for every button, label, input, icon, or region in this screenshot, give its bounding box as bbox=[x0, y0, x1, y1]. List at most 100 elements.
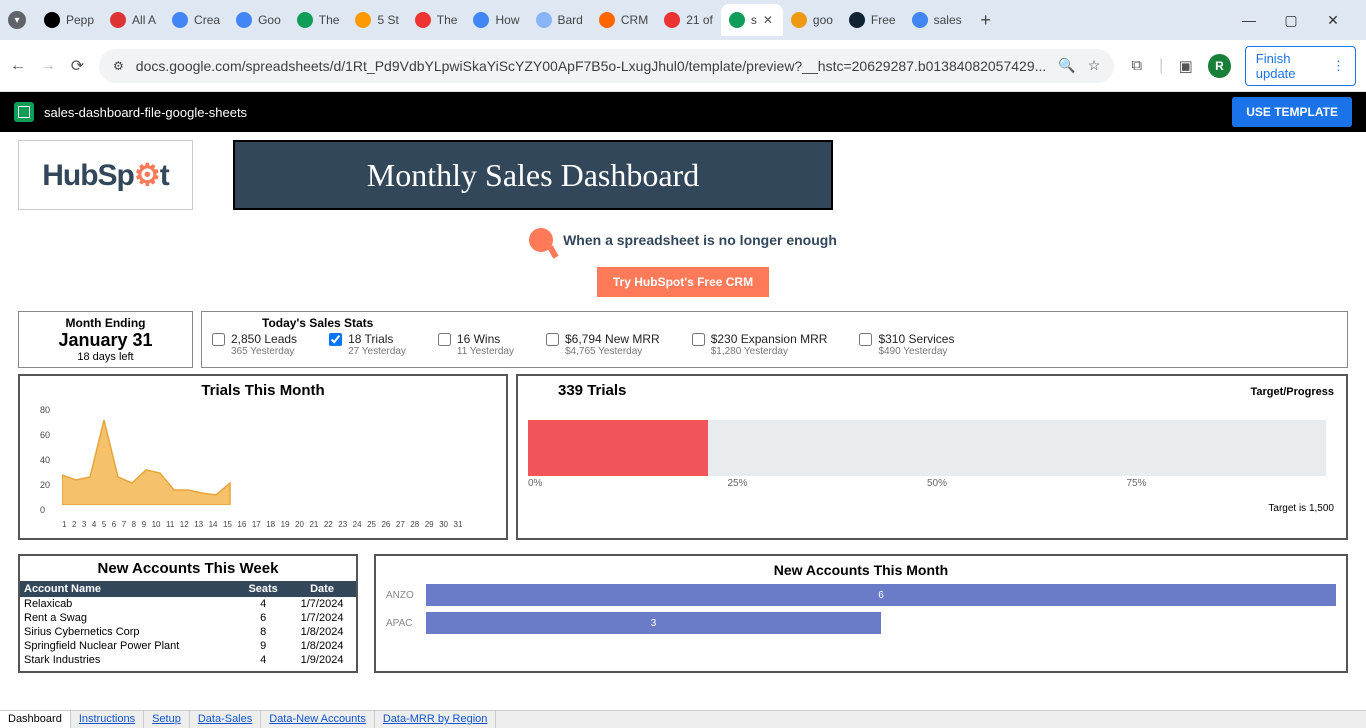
sprocket-icon bbox=[529, 228, 553, 252]
table-cell: 1/9/2024 bbox=[288, 653, 356, 667]
tab-label: goo bbox=[813, 13, 833, 27]
tab-label: 21 of bbox=[686, 13, 713, 27]
browser-tab[interactable]: goo bbox=[783, 4, 841, 36]
stat-checkbox[interactable] bbox=[212, 333, 225, 346]
nacm-title: New Accounts This Month bbox=[386, 562, 1336, 578]
trials-this-month-chart: Trials This Month 806040200 123456789101… bbox=[18, 374, 508, 540]
stat-checkbox[interactable] bbox=[692, 333, 705, 346]
browser-tab[interactable]: Bard bbox=[528, 4, 591, 36]
tab-label: The bbox=[319, 13, 340, 27]
close-icon[interactable]: ✕ bbox=[1324, 12, 1342, 29]
target-progress-label: Target/Progress bbox=[1250, 386, 1334, 398]
month-ending-sub: 18 days left bbox=[19, 351, 192, 363]
stat-sub: $1,280 Yesterday bbox=[711, 346, 828, 357]
site-info-icon[interactable]: ⚙ bbox=[113, 59, 124, 73]
stat-item: $310 Services$490 Yesterday bbox=[859, 332, 954, 357]
table-header: Account Name bbox=[20, 581, 238, 597]
favicon-icon bbox=[536, 12, 552, 28]
table-cell: Stark Industries bbox=[20, 653, 238, 667]
stat-checkbox[interactable] bbox=[859, 333, 872, 346]
tab-list-chevron-icon[interactable]: ▾ bbox=[8, 11, 26, 29]
hbar-fill: 6 bbox=[426, 584, 1336, 606]
zoom-icon[interactable]: 🔍 bbox=[1058, 57, 1075, 74]
stat-sub: $4,765 Yesterday bbox=[565, 346, 660, 357]
profile-avatar[interactable]: R bbox=[1208, 54, 1231, 78]
favicon-icon bbox=[912, 12, 928, 28]
browser-tab[interactable]: How bbox=[465, 4, 527, 36]
favicon-icon bbox=[849, 12, 865, 28]
stat-sub: $490 Yesterday bbox=[878, 346, 954, 357]
stat-item: 16 Wins11 Yesterday bbox=[438, 332, 514, 357]
sheet-tab[interactable]: Data-Sales bbox=[190, 711, 261, 728]
tab-label: sales bbox=[934, 13, 962, 27]
new-tab-button[interactable]: + bbox=[972, 10, 1000, 31]
browser-tab[interactable]: The bbox=[407, 4, 466, 36]
browser-tab[interactable]: 21 of bbox=[656, 4, 721, 36]
favicon-icon bbox=[355, 12, 371, 28]
favicon-icon bbox=[664, 12, 680, 28]
tab-close-icon[interactable]: ✕ bbox=[763, 13, 775, 27]
hbar-row: ANZO6 bbox=[386, 584, 1336, 606]
sheet-tab[interactable]: Data-New Accounts bbox=[261, 711, 375, 728]
sheets-logo-icon bbox=[14, 102, 34, 122]
browser-tab[interactable]: Crea bbox=[164, 4, 228, 36]
trials-y-axis: 806040200 bbox=[40, 405, 50, 505]
bookmark-star-icon[interactable]: ☆ bbox=[1088, 57, 1101, 74]
sheet-tab[interactable]: Setup bbox=[144, 711, 190, 728]
finish-update-button[interactable]: Finish update⋮ bbox=[1245, 46, 1356, 86]
browser-tab[interactable]: s✕ bbox=[721, 4, 783, 36]
table-row: Sirius Cybernetics Corp81/8/2024 bbox=[20, 625, 356, 639]
reload-icon[interactable]: ⟳ bbox=[70, 56, 85, 76]
url-field[interactable]: ⚙ docs.google.com/spreadsheets/d/1Rt_Pd9… bbox=[99, 49, 1114, 83]
tab-label: CRM bbox=[621, 13, 648, 27]
sheet-tab[interactable]: Dashboard bbox=[0, 711, 71, 728]
table-cell: 4 bbox=[238, 597, 288, 611]
try-hubspot-button[interactable]: Try HubSpot's Free CRM bbox=[597, 267, 769, 297]
stat-sub: 27 Yesterday bbox=[348, 346, 406, 357]
browser-tab[interactable]: sales bbox=[904, 4, 970, 36]
browser-tab[interactable]: Free bbox=[841, 4, 904, 36]
table-row: Stark Industries41/9/2024 bbox=[20, 653, 356, 667]
nacw-title: New Accounts This Week bbox=[20, 556, 356, 581]
maximize-icon[interactable]: ▢ bbox=[1282, 12, 1300, 29]
extensions-icon[interactable]: ⧉ bbox=[1128, 57, 1145, 74]
tab-label: Goo bbox=[258, 13, 281, 27]
url-text: docs.google.com/spreadsheets/d/1Rt_Pd9Vd… bbox=[136, 58, 1047, 74]
stat-checkbox[interactable] bbox=[546, 333, 559, 346]
tab-label: 5 St bbox=[377, 13, 398, 27]
month-ending-label: Month Ending bbox=[19, 316, 192, 330]
favicon-icon bbox=[791, 12, 807, 28]
minimize-icon[interactable]: — bbox=[1240, 12, 1258, 29]
browser-tab[interactable]: Goo bbox=[228, 4, 289, 36]
stat-main: $6,794 New MRR bbox=[565, 332, 660, 346]
tab-label: Bard bbox=[558, 13, 583, 27]
tab-label: The bbox=[437, 13, 458, 27]
browser-tab[interactable]: The bbox=[289, 4, 348, 36]
browser-tab[interactable]: 5 St bbox=[347, 4, 406, 36]
stat-checkbox[interactable] bbox=[438, 333, 451, 346]
sheet-tab[interactable]: Data-MRR by Region bbox=[375, 711, 497, 728]
sheet-tab[interactable]: Instructions bbox=[71, 711, 144, 728]
favicon-icon bbox=[44, 12, 60, 28]
table-header: Date bbox=[288, 581, 356, 597]
tab-label: Pepp bbox=[66, 13, 94, 27]
new-accounts-month-box: New Accounts This Month ANZO6APAC3 bbox=[374, 554, 1348, 673]
today-stats-box: Today's Sales Stats 2,850 Leads365 Yeste… bbox=[201, 311, 1348, 368]
stat-checkbox[interactable] bbox=[329, 333, 342, 346]
browser-tab[interactable]: CRM bbox=[591, 4, 656, 36]
trials-progress-chart: 339 Trials Target/Progress 0%25%50%75% T… bbox=[516, 374, 1348, 540]
stat-sub: 365 Yesterday bbox=[231, 346, 297, 357]
trials-area-svg bbox=[62, 405, 482, 505]
browser-tab[interactable]: Pepp bbox=[36, 4, 102, 36]
hbar-label: ANZO bbox=[386, 590, 426, 601]
side-panel-icon[interactable]: ▣ bbox=[1177, 57, 1194, 75]
back-icon[interactable]: ← bbox=[10, 57, 26, 75]
forward-icon[interactable]: → bbox=[40, 57, 56, 75]
favicon-icon bbox=[473, 12, 489, 28]
file-name: sales-dashboard-file-google-sheets bbox=[44, 105, 247, 120]
progress-bar-fill bbox=[528, 420, 708, 476]
favicon-icon bbox=[415, 12, 431, 28]
use-template-button[interactable]: USE TEMPLATE bbox=[1232, 97, 1352, 127]
browser-tab[interactable]: All A bbox=[102, 4, 164, 36]
hubspot-logo-box: HubSp⚙t bbox=[18, 140, 193, 210]
